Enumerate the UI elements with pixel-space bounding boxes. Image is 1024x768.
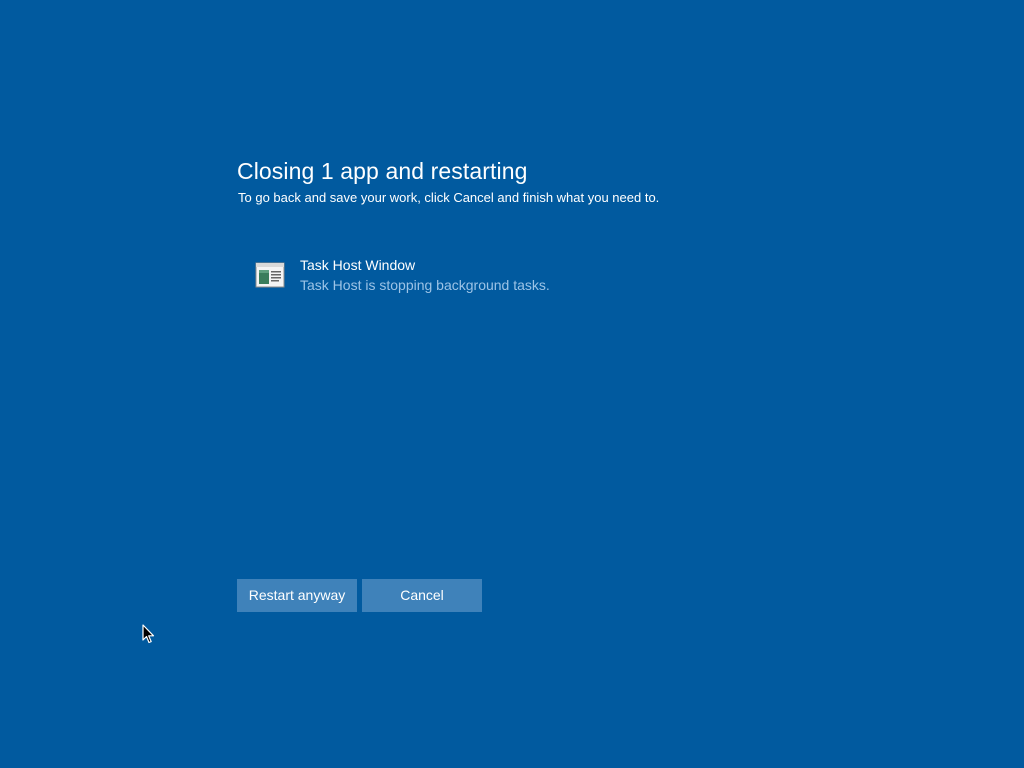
window-app-icon <box>255 262 285 288</box>
cancel-button[interactable]: Cancel <box>362 579 482 612</box>
mouse-pointer-icon <box>142 624 156 644</box>
restart-screen: Closing 1 app and restarting To go back … <box>0 0 1024 768</box>
page-title: Closing 1 app and restarting <box>237 158 528 184</box>
list-item-app: Task Host Window Task Host is stopping b… <box>255 256 675 300</box>
app-name: Task Host Window <box>300 257 416 273</box>
page-subtitle: To go back and save your work, click Can… <box>238 190 660 205</box>
restart-anyway-button[interactable]: Restart anyway <box>237 579 357 612</box>
app-status: Task Host is stopping background tasks. <box>300 277 550 293</box>
